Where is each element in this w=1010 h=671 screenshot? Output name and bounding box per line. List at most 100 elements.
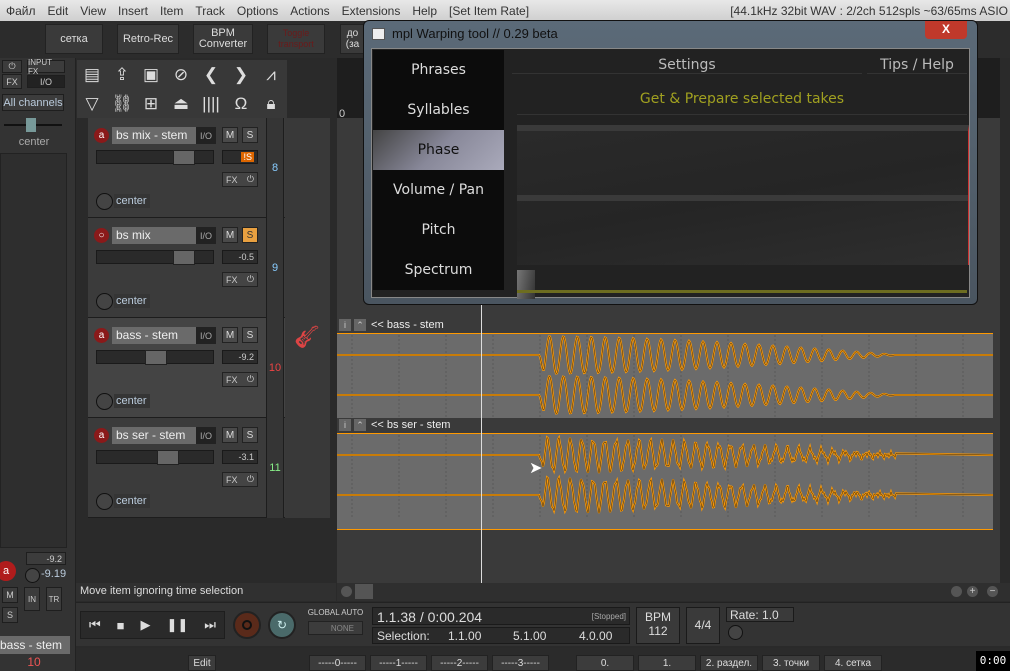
track-name-field[interactable]: bs mix - stem [112, 127, 198, 144]
menu-insert[interactable]: Insert [112, 4, 154, 18]
track-8[interactable]: a bs mix - stem I/O M S !S FX ⏻ center 8 [88, 118, 330, 218]
go-to-start-icon[interactable]: ⏮ [89, 617, 101, 633]
grid-icon[interactable]: ⊞ [138, 91, 164, 117]
track-9[interactable]: ○ bs mix I/O M S -0.5 FX ⏻ center 9 [88, 218, 330, 318]
close-button[interactable]: X [925, 21, 967, 39]
marker-button-3[interactable]: -----3----- [492, 655, 549, 671]
pan-knob[interactable] [96, 393, 113, 410]
volume-fader[interactable] [96, 350, 214, 365]
tab-volume-pan[interactable]: Volume / Pan [373, 170, 504, 210]
toggle-transport-button[interactable]: Toggle transport [267, 24, 325, 54]
menu-view[interactable]: View [74, 4, 112, 18]
fx-bypass-icon[interactable]: ⏻ [247, 474, 257, 485]
undo-icon[interactable]: ❮ [198, 62, 224, 88]
pause-icon[interactable]: ❚❚ [167, 617, 189, 633]
power-button[interactable]: ⏻ [2, 60, 22, 73]
ripple-icon[interactable]: ▽ [79, 91, 105, 117]
fx-bypass-icon[interactable]: ⏻ [247, 374, 257, 385]
fx-bypass-icon[interactable]: ⏻ [247, 274, 257, 285]
time-display[interactable]: 1.1.38 / 0:00.204 [Stopped] [372, 607, 630, 625]
record-button[interactable] [233, 611, 261, 639]
pan-knob[interactable] [96, 193, 113, 210]
track-icon-area[interactable]: 🎸︎ [285, 318, 330, 418]
marker-button-2[interactable]: -----2----- [431, 655, 488, 671]
fx-button[interactable]: FX ⏻ [222, 472, 258, 487]
selection-end[interactable]: 5.1.00 [513, 629, 546, 643]
volume-fader-thumb[interactable] [173, 150, 195, 165]
horizontal-scrollbar[interactable]: + − [337, 583, 1010, 601]
channels-select[interactable]: All channels [2, 94, 64, 111]
fx-button[interactable]: FX ⏻ [222, 172, 258, 187]
selection-start[interactable]: 1.1.00 [448, 629, 481, 643]
solo-button[interactable]: S [242, 427, 258, 443]
stop-icon[interactable]: ■ [117, 618, 125, 633]
playrate-knob[interactable] [728, 625, 743, 640]
settings-button[interactable]: Settings [512, 57, 862, 74]
paperclip-icon[interactable]: ⊘ [168, 62, 194, 88]
record-arm-button[interactable]: a [94, 328, 109, 343]
trim-button[interactable]: TR [46, 587, 62, 611]
menu-options[interactable]: Options [231, 4, 284, 18]
tips-help-button[interactable]: Tips / Help [867, 57, 967, 74]
item-header[interactable]: i ⌃ << bass - stem [337, 318, 993, 332]
menu-actions[interactable]: Actions [284, 4, 335, 18]
mute-button[interactable]: M [222, 427, 238, 443]
toolbar-button-3[interactable]: 3. точки [762, 655, 820, 671]
toolbar-button-4[interactable]: 4. сетка [824, 655, 882, 671]
track-icon-area[interactable] [285, 218, 330, 318]
volume-fader[interactable] [96, 150, 214, 165]
io-button[interactable]: I/O [27, 75, 65, 88]
track-11[interactable]: a bs ser - stem I/O M S -3.1 FX ⏻ center … [88, 418, 330, 518]
menu-extensions[interactable]: Extensions [336, 4, 407, 18]
menu-edit[interactable]: Edit [42, 4, 75, 18]
volume-fader-thumb[interactable] [145, 350, 167, 365]
fx-button[interactable]: FX ⏻ [222, 372, 258, 387]
play-icon[interactable]: ▶ [141, 617, 151, 633]
pan-slider[interactable] [4, 118, 62, 132]
volume-fader-thumb[interactable] [157, 450, 179, 465]
record-arm-button[interactable]: ○ [94, 228, 109, 243]
track-name-field[interactable]: bs ser - stem [112, 427, 198, 444]
media-item[interactable] [337, 333, 993, 430]
repeat-button[interactable]: ↻ [268, 611, 296, 639]
get-prepare-takes-button[interactable]: Get & Prepare selected takes [517, 91, 967, 115]
mute-button[interactable]: M [222, 127, 238, 143]
grid-button[interactable]: сетка [45, 24, 103, 54]
solo-button[interactable]: S [242, 327, 258, 343]
selection-length[interactable]: 4.0.00 [579, 629, 612, 643]
scroll-right-icon[interactable] [951, 586, 962, 597]
scroll-left-icon[interactable] [341, 586, 352, 597]
menu-track[interactable]: Track [189, 4, 231, 18]
track-icon-area[interactable] [285, 118, 330, 218]
toolbar-button-1[interactable]: 1. [638, 655, 696, 671]
marker-button-0[interactable]: -----0----- [309, 655, 366, 671]
menu-item[interactable]: Item [154, 4, 189, 18]
lock-icon[interactable]: 🔒︎ [258, 91, 284, 117]
edit-button[interactable]: Edit [188, 655, 216, 671]
mute-button[interactable]: M [222, 327, 238, 343]
go-to-end-icon[interactable]: ⏭ [204, 617, 216, 633]
track-name-field[interactable]: bs mix [112, 227, 198, 244]
automation-mode-button[interactable]: NONE [308, 621, 363, 635]
metronome-icon[interactable]: ⩘ [258, 62, 284, 88]
fx-button[interactable]: FX [2, 74, 22, 89]
fx-bypass-icon[interactable]: ⏻ [247, 174, 257, 185]
mute-button[interactable]: M [222, 227, 238, 243]
item-envelope-icon[interactable]: ⌃ [354, 419, 366, 431]
solo-button[interactable]: S [242, 127, 258, 143]
track-name-field[interactable]: bass - stem [112, 327, 198, 344]
track-10[interactable]: a bass - stem I/O M S -9.2 FX ⏻ center 10… [88, 318, 330, 418]
snap-magnet-icon[interactable]: Ω [228, 91, 254, 117]
track-icon-area[interactable] [285, 418, 330, 518]
tab-pitch[interactable]: Pitch [373, 210, 504, 250]
fx-button[interactable]: FX ⏻ [222, 272, 258, 287]
toolbar-button-0[interactable]: 0. [576, 655, 634, 671]
volume-fader-thumb[interactable] [173, 250, 195, 265]
pan-knob[interactable] [96, 293, 113, 310]
solo-button[interactable]: S [2, 607, 18, 623]
input-fx-button[interactable]: INPUT FX [27, 58, 65, 76]
routing-button[interactable]: I/O [196, 427, 216, 444]
toolbar-button-2[interactable]: 2. раздел. [700, 655, 758, 671]
bars-icon[interactable]: |||| [198, 91, 224, 117]
item-header[interactable]: i ⌃ << bs ser - stem [337, 418, 993, 432]
